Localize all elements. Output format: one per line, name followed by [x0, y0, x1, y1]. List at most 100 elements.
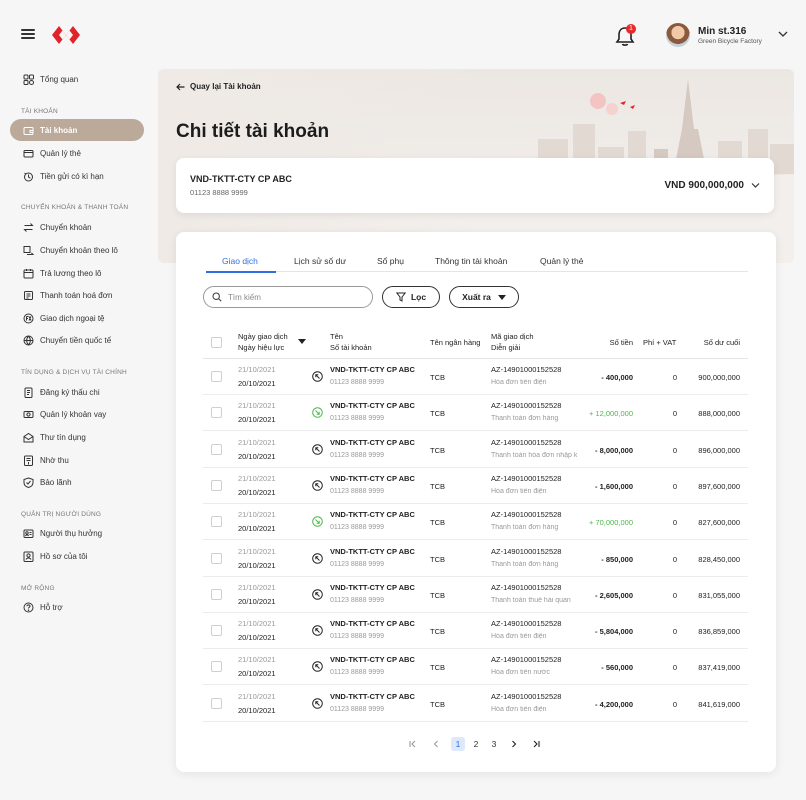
transaction-date: 21/10/2021	[238, 691, 276, 701]
menu-icon[interactable]	[21, 29, 35, 39]
table-row[interactable]: 21/10/2021 20/10/2021 VND-TKTT-CTY CP ABC 0…	[203, 395, 748, 432]
table-row[interactable]: 21/10/2021 20/10/2021 VND-TKTT-CTY CP ABC 0…	[203, 686, 748, 722]
chevron-right-icon	[512, 740, 517, 748]
sidebar-item-sidebar-sections-4-items-0[interactable]: Hỗ trợ	[10, 596, 144, 618]
row-account-name: VND-TKTT-CTY CP ABC	[330, 473, 415, 483]
header-balance: Số dư cuối	[703, 338, 740, 347]
row-checkbox[interactable]	[211, 407, 222, 419]
table-row[interactable]: 21/10/2021 20/10/2021 VND-TKTT-CTY CP ABC 0…	[203, 432, 748, 468]
sidebar-item-sidebar-sections-0-items-2[interactable]: Tiền gửi có kì hạn	[10, 165, 144, 187]
row-bank: TCB	[430, 699, 445, 709]
search-input[interactable]	[228, 292, 358, 302]
sidebar-item-sidebar-sections-2-items-3[interactable]: Nhờ thu	[10, 449, 144, 471]
sidebar-item-sidebar-sections-1-items-2[interactable]: Trả lương theo lô	[10, 262, 144, 284]
row-fee: 0	[672, 481, 677, 491]
sidebar-item-sidebar-sections-1-items-0[interactable]: Chuyển khoản	[10, 216, 144, 238]
row-checkbox[interactable]	[211, 516, 222, 528]
sidebar-item-sidebar-sections-2-items-0[interactable]: Đăng ký thấu chi	[10, 381, 144, 403]
overdraft-icon	[24, 387, 33, 398]
back-link[interactable]: Quay lại Tài khoản	[176, 82, 261, 91]
search-box[interactable]	[203, 286, 373, 308]
table-row[interactable]: 21/10/2021 20/10/2021 VND-TKTT-CTY CP ABC 0…	[203, 577, 748, 613]
row-checkbox[interactable]	[211, 443, 222, 455]
sidebar-item-label: Hồ sơ của tôi	[40, 551, 88, 561]
page-3-button[interactable]: 3	[487, 737, 501, 751]
tab-4[interactable]: Quản lý thẻ	[540, 256, 583, 266]
tab-3[interactable]: Thông tin tài khoản	[435, 256, 507, 266]
sidebar-item-sidebar-sections-2-items-4[interactable]: Bảo lãnh	[10, 471, 144, 493]
row-account-number: 01123 8888 9999	[330, 705, 384, 713]
account-selector[interactable]: VND-TKTT-CTY CP ABC 01123 8888 9999 VND …	[176, 158, 774, 213]
row-balance: 897,600,000	[698, 481, 740, 491]
top-bar: 1 Min st.316 Green Bicycle Factory	[0, 0, 806, 66]
card-icon	[23, 149, 34, 157]
sidebar-item-sidebar-sections-1-items-1[interactable]: Chuyển khoản theo lô	[10, 239, 144, 261]
row-bank: TCB	[430, 554, 445, 564]
chevron-down-icon[interactable]	[751, 182, 760, 189]
sidebar-item-sidebar-sections-3-items-1[interactable]: Hồ sơ của tôi	[10, 545, 144, 567]
chevron-down-icon[interactable]	[778, 30, 788, 38]
sidebar-item-sidebar-sections-2-items-1[interactable]: Quản lý khoản vay	[10, 403, 144, 425]
row-checkbox[interactable]	[211, 552, 222, 564]
user-company: Green Bicycle Factory	[698, 38, 762, 45]
row-code: AZ-14901000152528	[491, 619, 562, 629]
row-amount: - 5,804,000	[595, 627, 633, 637]
sidebar-item-sidebar-sections-1-items-5[interactable]: Chuyển tiền quốc tế	[10, 329, 144, 351]
value-date: 20/10/2021	[238, 705, 276, 715]
sidebar-section-title: CHUYỂN KHOẢN & THANH TOÁN	[21, 204, 129, 211]
account-number: 01123 8888 9999	[190, 188, 248, 197]
table-row[interactable]: 21/10/2021 20/10/2021 VND-TKTT-CTY CP ABC 0…	[203, 359, 748, 395]
sidebar-item-sidebar-sections-0-items-1[interactable]: Quản lý thẻ	[10, 142, 144, 164]
last-page-button[interactable]	[529, 737, 543, 751]
first-page-button[interactable]	[406, 737, 420, 751]
tab-0[interactable]: Giao dịch	[222, 256, 258, 266]
table-row[interactable]: 21/10/2021 20/10/2021 VND-TKTT-CTY CP ABC 0…	[203, 541, 748, 577]
sidebar-item-sidebar-top-0[interactable]: Tổng quan	[10, 68, 144, 90]
row-fee: 0	[672, 627, 677, 637]
next-page-button[interactable]	[507, 737, 521, 751]
filter-button[interactable]: Lọc	[382, 286, 440, 308]
sidebar-item-sidebar-sections-1-items-4[interactable]: Giao dịch ngoại tệ	[10, 307, 144, 329]
sidebar-item-sidebar-sections-1-items-3[interactable]: Thanh toán hoá đơn	[10, 284, 144, 306]
row-checkbox[interactable]	[211, 588, 222, 600]
sort-caret-icon[interactable]	[298, 339, 306, 344]
tab-1[interactable]: Lịch sử số dư	[294, 256, 346, 266]
sidebar-item-sidebar-sections-2-items-2[interactable]: Thư tín dụng	[10, 426, 144, 448]
bill-icon	[24, 290, 33, 300]
arrow-left-icon	[176, 83, 185, 90]
row-code: AZ-14901000152528	[491, 582, 562, 592]
row-amount: - 2,605,000	[595, 590, 633, 600]
page-1-button[interactable]: 1	[451, 737, 465, 751]
row-checkbox[interactable]	[211, 371, 222, 382]
row-checkbox[interactable]	[211, 479, 222, 491]
table-row[interactable]: 21/10/2021 20/10/2021 VND-TKTT-CTY CP ABC 0…	[203, 468, 748, 504]
table-row[interactable]: 21/10/2021 20/10/2021 VND-TKTT-CTY CP ABC 0…	[203, 504, 748, 541]
row-code: AZ-14901000152528	[491, 401, 562, 411]
select-all-checkbox[interactable]	[211, 337, 222, 348]
row-checkbox[interactable]	[211, 661, 222, 673]
table-row[interactable]: 21/10/2021 20/10/2021 VND-TKTT-CTY CP ABC 0…	[203, 649, 748, 686]
row-account-number: 01123 8888 9999	[330, 379, 384, 386]
avatar[interactable]	[666, 23, 690, 47]
table-row[interactable]: 21/10/2021 20/10/2021 VND-TKTT-CTY CP ABC 0…	[203, 613, 748, 650]
caret-down-icon	[497, 294, 506, 300]
export-button[interactable]: Xuất ra	[449, 286, 519, 308]
row-description: Hóa đơn tiền điện	[491, 379, 547, 386]
row-balance: 831,055,000	[698, 590, 740, 600]
loan-icon	[23, 410, 34, 418]
sidebar-item-sidebar-sections-3-items-0[interactable]: Người thụ hưởng	[10, 522, 144, 544]
sidebar-item-sidebar-sections-0-items-0[interactable]: Tài khoản	[10, 119, 144, 141]
value-date: 20/10/2021	[238, 560, 276, 570]
header-date[interactable]: Ngày giao dịch Ngày hiệu lực	[238, 331, 288, 353]
row-checkbox[interactable]	[211, 625, 222, 637]
transaction-date: 21/10/2021	[238, 510, 276, 520]
tab-label: Sổ phụ	[377, 256, 404, 266]
collection-icon	[24, 455, 33, 466]
tab-2[interactable]: Sổ phụ	[377, 256, 404, 266]
row-checkbox[interactable]	[211, 697, 222, 709]
tab-label: Thông tin tài khoản	[435, 256, 508, 266]
prev-page-button[interactable]	[429, 737, 443, 751]
row-account-name: VND-TKTT-CTY CP ABC	[330, 365, 415, 374]
letter-icon	[23, 432, 34, 442]
page-2-button[interactable]: 2	[469, 737, 483, 751]
